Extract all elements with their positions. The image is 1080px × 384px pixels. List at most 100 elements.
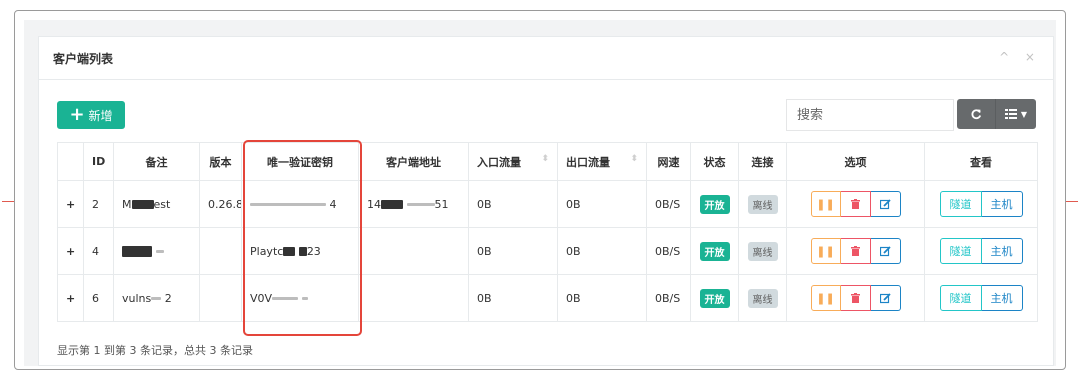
cell-id: 4 [83, 227, 114, 275]
cell-connection: 离线 [738, 180, 787, 228]
edit-button[interactable] [870, 238, 901, 264]
status-badge: 开放 [699, 194, 730, 214]
header-remark[interactable]: 备注 [113, 142, 200, 181]
trash-icon [850, 246, 860, 256]
edit-button[interactable] [870, 285, 901, 311]
cell-outbound-traffic: 0B [557, 227, 647, 275]
plus-icon: + [66, 291, 76, 305]
key-text-end: 4 [329, 197, 337, 211]
expand-row-button[interactable]: + [57, 180, 84, 228]
pause-icon: ❚❚ [816, 197, 835, 211]
cell-remark: vulns 2 [113, 274, 200, 322]
pause-icon: ❚❚ [816, 244, 835, 258]
redacted-text [381, 200, 403, 209]
cell-inbound-traffic: 0B [468, 227, 558, 275]
table-row: + 6 vulns 2 V0V 0B 0B 0B/S 开放 离线 ❚❚ 隧道 主… [57, 274, 1038, 322]
expand-row-button[interactable]: + [57, 227, 84, 275]
header-outbound-traffic[interactable]: 出口流量 ⬍ [557, 142, 647, 181]
view-button-group: 隧道 主机 [939, 285, 1023, 311]
tunnel-button[interactable]: 隧道 [939, 191, 982, 217]
delete-button[interactable] [840, 285, 871, 311]
remark-text-start: M [122, 197, 132, 211]
header-speed[interactable]: 网速 [646, 142, 691, 181]
client-list-panel: 客户端列表 ^ × + 新增 ▼ ID 备注 版本 唯一验证密钥 客户端地址 [38, 36, 1054, 366]
cell-client-address [358, 274, 469, 322]
cell-client-address [358, 227, 469, 275]
cell-options: ❚❚ [786, 227, 925, 275]
refresh-button[interactable] [957, 99, 996, 129]
pause-button[interactable]: ❚❚ [810, 191, 841, 217]
columns-dropdown-button[interactable]: ▼ [996, 99, 1036, 129]
remark-text-start: vulns [122, 291, 152, 305]
plus-icon: + [66, 244, 76, 258]
host-button[interactable]: 主机 [981, 191, 1023, 217]
header-expand [57, 142, 84, 181]
header-outbound-label: 出口流量 [566, 155, 610, 169]
cell-inbound-traffic: 0B [468, 180, 558, 228]
add-client-button[interactable]: + 新增 [57, 101, 125, 129]
cell-client-address: 14 51 [358, 180, 469, 228]
cell-outbound-traffic: 0B [557, 274, 647, 322]
cell-status: 开放 [690, 227, 739, 275]
edit-icon [879, 292, 891, 303]
panel-title: 客户端列表 [53, 52, 114, 66]
redacted-text [298, 247, 307, 256]
cell-status: 开放 [690, 180, 739, 228]
columns-icon [1004, 109, 1017, 119]
key-text-end: 23 [306, 244, 321, 258]
header-key[interactable]: 唯一验证密钥 [241, 142, 359, 181]
edit-button[interactable] [870, 191, 901, 217]
cell-inbound-traffic: 0B [468, 274, 558, 322]
search-input[interactable] [786, 99, 954, 131]
panel-header: 客户端列表 ^ × [39, 37, 1053, 80]
delete-button[interactable] [840, 191, 871, 217]
redacted-text [151, 297, 162, 300]
address-text-end: 51 [434, 197, 449, 211]
redacted-text [272, 297, 299, 300]
add-client-label: 新增 [88, 108, 113, 123]
view-button-group: 隧道 主机 [939, 238, 1023, 264]
cell-options: ❚❚ [786, 180, 925, 228]
sort-icon: ⬍ [541, 153, 549, 164]
status-badge: 开放 [699, 241, 730, 261]
cell-id: 6 [83, 274, 114, 322]
delete-button[interactable] [840, 238, 871, 264]
trash-icon [850, 293, 860, 303]
edit-icon [879, 245, 891, 256]
panel-tools[interactable]: ^ × [999, 50, 1041, 64]
cell-status: 开放 [690, 274, 739, 322]
key-text-start: V0V [250, 291, 273, 305]
host-button[interactable]: 主机 [981, 238, 1023, 264]
pagination-summary: 显示第 1 到第 3 条记录，总共 3 条记录 [57, 344, 253, 357]
plus-icon: + [66, 197, 76, 211]
pause-button[interactable]: ❚❚ [810, 238, 841, 264]
tunnel-button[interactable]: 隧道 [939, 238, 982, 264]
refresh-icon [971, 109, 982, 120]
cell-view: 隧道 主机 [924, 180, 1038, 228]
header-connection[interactable]: 连接 [738, 142, 787, 181]
redacted-text [406, 203, 435, 206]
cell-speed: 0B/S [646, 180, 691, 228]
header-id[interactable]: ID [83, 142, 114, 181]
cell-view: 隧道 主机 [924, 274, 1038, 322]
header-client-address[interactable]: 客户端地址 [358, 142, 469, 181]
sort-icon: ⬍ [630, 153, 638, 164]
address-text-start: 14 [367, 197, 381, 211]
cell-version [199, 227, 242, 275]
pause-icon: ❚❚ [816, 291, 835, 305]
host-button[interactable]: 主机 [981, 285, 1023, 311]
redacted-text [301, 297, 308, 300]
pause-button[interactable]: ❚❚ [810, 285, 841, 311]
options-button-group: ❚❚ [810, 285, 901, 311]
view-button-group: 隧道 主机 [939, 191, 1023, 217]
header-inbound-traffic[interactable]: 入口流量 ⬍ [468, 142, 558, 181]
cell-key: V0V [241, 274, 359, 322]
left-edge-mark [2, 201, 14, 202]
header-status[interactable]: 状态 [690, 142, 739, 181]
status-badge: 开放 [699, 288, 730, 308]
cell-key: Playtc 23 [241, 227, 359, 275]
header-version[interactable]: 版本 [199, 142, 242, 181]
tunnel-button[interactable]: 隧道 [939, 285, 982, 311]
header-view: 查看 [924, 142, 1038, 181]
expand-row-button[interactable]: + [57, 274, 84, 322]
